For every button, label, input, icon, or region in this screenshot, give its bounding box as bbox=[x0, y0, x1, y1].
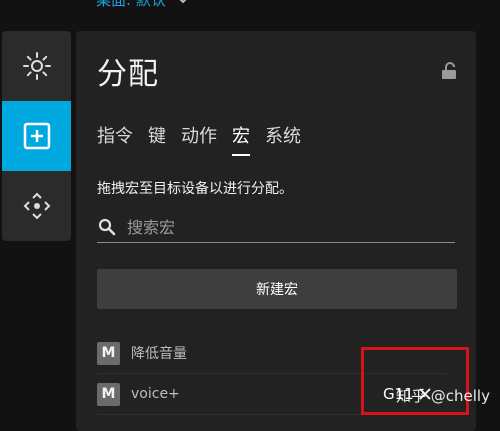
list-item[interactable]: M voice+ G11 bbox=[97, 374, 447, 415]
sidebar-item-sensitivity[interactable] bbox=[2, 171, 71, 241]
unlock-icon[interactable] bbox=[441, 62, 457, 80]
sidebar-item-assignments[interactable] bbox=[2, 101, 71, 171]
dpad-icon bbox=[23, 192, 50, 220]
page-title: 分配 bbox=[97, 57, 159, 92]
tab-actions[interactable]: 动作 bbox=[181, 122, 217, 156]
profile-dropdown[interactable]: 桌面: 默认 bbox=[96, 0, 190, 10]
new-macro-button[interactable]: 新建宏 bbox=[97, 269, 457, 309]
close-icon[interactable] bbox=[418, 387, 432, 401]
tab-commands[interactable]: 指令 bbox=[97, 122, 133, 156]
sun-icon bbox=[22, 52, 51, 80]
category-tabs: 指令 键 动作 宏 系统 bbox=[97, 122, 301, 156]
macro-name: voice+ bbox=[131, 386, 180, 402]
plus-square-icon bbox=[23, 122, 50, 150]
sidebar-item-lighting[interactable] bbox=[2, 31, 71, 101]
macro-badge: M bbox=[97, 382, 120, 406]
sidebar bbox=[2, 31, 71, 241]
chevron-down-icon bbox=[179, 0, 187, 4]
macro-list: M 降低音量 M voice+ G11 bbox=[97, 333, 447, 415]
list-item[interactable]: M 降低音量 bbox=[97, 333, 447, 374]
tab-system[interactable]: 系统 bbox=[265, 122, 301, 156]
search-icon bbox=[98, 218, 116, 236]
macro-badge: M bbox=[97, 341, 120, 365]
tab-keys[interactable]: 键 bbox=[148, 122, 166, 156]
tab-macros[interactable]: 宏 bbox=[232, 122, 250, 156]
macro-name: 降低音量 bbox=[131, 346, 187, 362]
macro-search bbox=[97, 212, 455, 243]
profile-dropdown-label: 桌面: 默认 bbox=[96, 0, 166, 10]
assignment-panel: 分配 指令 键 动作 宏 系统 拖拽宏至目标设备以进行分配。 新建宏 M 降低音… bbox=[76, 31, 476, 431]
search-input[interactable] bbox=[127, 217, 427, 237]
assigned-key: G11 bbox=[383, 385, 432, 403]
drag-hint: 拖拽宏至目标设备以进行分配。 bbox=[97, 181, 293, 197]
assigned-key-label: G11 bbox=[383, 385, 414, 403]
